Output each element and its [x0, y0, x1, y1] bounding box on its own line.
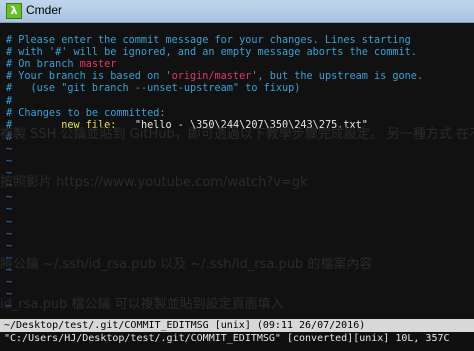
branch-name: master	[79, 59, 117, 71]
tilde-line: ~	[6, 156, 13, 168]
ghost-text-line: id_rsa.pub 檔公鑰 可以複製並貼到設定頁面填入	[0, 297, 284, 312]
ghost-text-line: 複製 SSH 公鑰並貼到 GitHub，即可透過以下教學步驟完成設定。 另一種方…	[0, 127, 474, 142]
ghost-text-line: 將公鑰 ~/.ssh/id_rsa.pub 以及 ~/.ssh/id_rsa.p…	[0, 257, 373, 272]
editor-line-5: # Your branch is based on 'origin/master…	[6, 71, 424, 83]
editor-line-6: # (use "git branch --unset-upstream" to …	[6, 83, 301, 95]
lambda-icon[interactable]: λ	[6, 3, 22, 19]
editor-line-7: #	[6, 95, 13, 107]
tilde-line: ~	[6, 216, 13, 228]
vim-editor[interactable]: 複製 SSH 公鑰並貼到 GitHub，即可透過以下教學步驟完成設定。 另一種方…	[0, 23, 474, 319]
tilde-line: ~	[6, 240, 13, 252]
window-title: Cmder	[26, 3, 63, 17]
ghost-text-line: 按照影片 https://www.youtube.com/watch?v=gk	[0, 175, 308, 190]
tilde-line: ~	[6, 276, 13, 288]
upstream-name: origin/master	[171, 71, 252, 83]
tilde-line: ~	[6, 192, 13, 204]
tilde-line: ~	[6, 204, 13, 216]
editor-line-2: # Please enter the commit message for yo…	[6, 35, 411, 47]
editor-line-8: # Changes to be committed:	[6, 107, 166, 119]
tilde-line: ~	[6, 228, 13, 240]
status-bar: ~/Desktop/test/.git/COMMIT_EDITMSG [unix…	[0, 319, 474, 332]
editor-line-1	[0, 23, 474, 35]
cmder-window: λ Cmder 複製 SSH 公鑰並貼到 GitHub，即可透過以下教學步驟完成…	[0, 0, 474, 351]
editor-line-3: # with '#' will be ignored, and an empty…	[6, 47, 417, 59]
editor-line-4: # On branch master	[6, 59, 117, 71]
empty-lines: ~ ~ ~ ~ ~ ~ ~ ~ ~ ~ ~ ~ ~ ~	[0, 144, 474, 313]
command-line[interactable]: "C:/Users/HJ/Desktop/test/.git/COMMIT_ED…	[0, 332, 474, 351]
tilde-line: ~	[6, 143, 13, 155]
title-bar[interactable]: λ Cmder	[0, 0, 474, 23]
